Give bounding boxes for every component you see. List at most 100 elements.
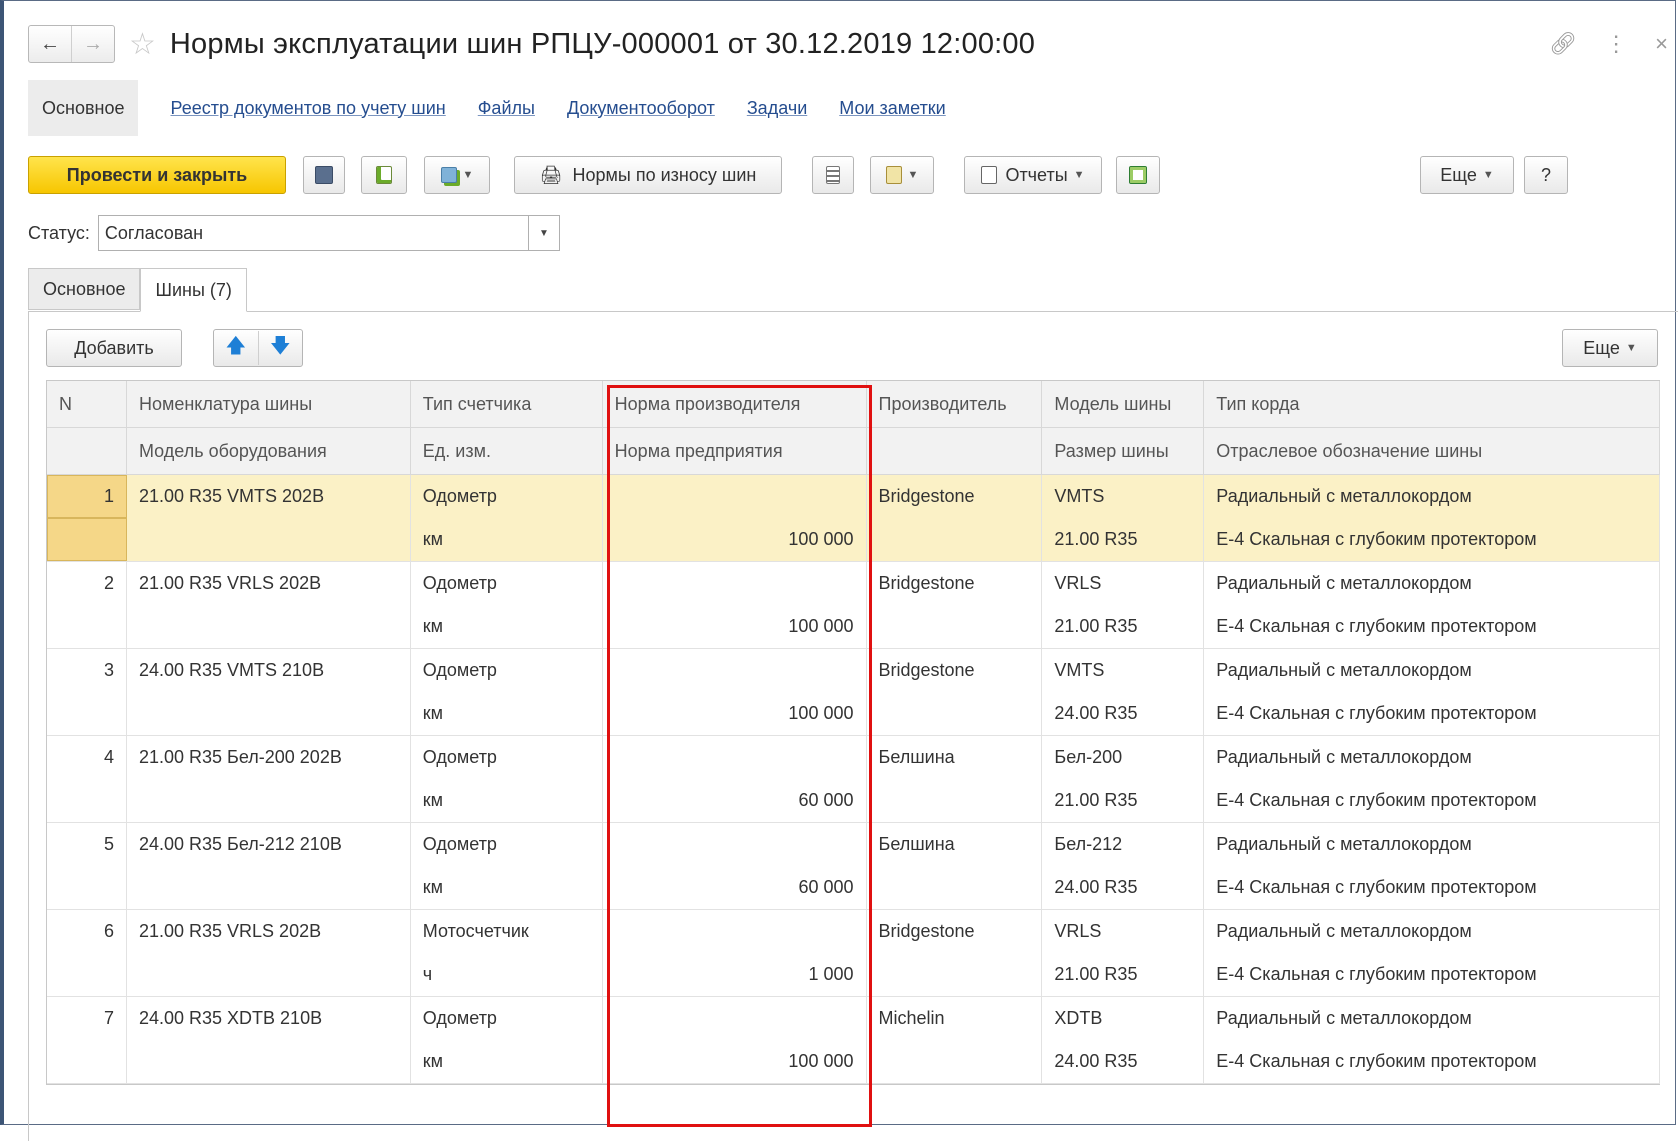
- tab-main[interactable]: Основное: [28, 268, 141, 310]
- row-cord-type[interactable]: Радиальный с металлокордом: [1204, 910, 1660, 953]
- row-nomenclature[interactable]: 24.00 R35 VMTS 210B: [127, 649, 411, 692]
- row-tire-model[interactable]: VRLS: [1042, 562, 1205, 605]
- row-number-sub[interactable]: [47, 518, 127, 561]
- row-designation[interactable]: E-4 Скальная с глубоким протектором: [1204, 518, 1660, 561]
- row-maker-norm[interactable]: [603, 649, 867, 692]
- row-maker[interactable]: Bridgestone: [867, 562, 1043, 605]
- row-tire-model[interactable]: Бел-212: [1042, 823, 1205, 866]
- row-company-norm[interactable]: 100 000: [603, 1040, 867, 1083]
- row-company-norm[interactable]: 1 000: [603, 953, 867, 996]
- row-maker-norm[interactable]: [603, 823, 867, 866]
- table-row[interactable]: 5 24.00 R35 Бел-212 210B Одометр Белшина Бел…: [47, 823, 1660, 910]
- row-tire-size[interactable]: 24.00 R35: [1042, 866, 1205, 909]
- post-button[interactable]: [361, 156, 407, 194]
- table-row[interactable]: 6 21.00 R35 VRLS 202B Мотосчетчик Bridgesto…: [47, 910, 1660, 997]
- row-nomenclature[interactable]: 21.00 R35 VRLS 202B: [127, 562, 411, 605]
- table-row[interactable]: 2 21.00 R35 VRLS 202B Одометр Bridgestone VR…: [47, 562, 1660, 649]
- col-header-tire-size[interactable]: Размер шины: [1042, 428, 1205, 474]
- row-nomenclature[interactable]: 21.00 R35 VMTS 202B: [127, 475, 411, 518]
- row-tire-size[interactable]: 21.00 R35: [1042, 779, 1205, 822]
- row-number-sub[interactable]: [47, 953, 127, 996]
- chevron-down-icon[interactable]: ▼: [527, 216, 559, 250]
- row-designation[interactable]: E-4 Скальная с глубоким протектором: [1204, 1040, 1660, 1083]
- save-button[interactable]: [303, 156, 345, 194]
- row-cord-type[interactable]: Радиальный с металлокордом: [1204, 736, 1660, 779]
- tab-tires[interactable]: Шины (7): [140, 268, 247, 312]
- row-maker-sub[interactable]: [867, 518, 1043, 561]
- row-number-sub[interactable]: [47, 1040, 127, 1083]
- col-header-cord-type[interactable]: Тип корда: [1204, 381, 1660, 427]
- close-icon[interactable]: ×: [1655, 31, 1668, 57]
- row-cord-type[interactable]: Радиальный с металлокордом: [1204, 823, 1660, 866]
- row-maker[interactable]: Белшина: [867, 823, 1043, 866]
- row-equipment-model[interactable]: [127, 518, 411, 561]
- row-equipment-model[interactable]: [127, 866, 411, 909]
- row-tire-model[interactable]: XDTB: [1042, 997, 1205, 1040]
- col-header-unit[interactable]: Ед. изм.: [410, 428, 603, 474]
- more-button[interactable]: Еще ▼: [1420, 156, 1514, 194]
- row-company-norm[interactable]: 100 000: [603, 605, 867, 648]
- col-header-designation[interactable]: Отраслевое обозначение шины: [1204, 428, 1660, 474]
- col-header-nomenclature[interactable]: Номенклатура шины: [126, 381, 411, 427]
- back-button[interactable]: ←: [29, 26, 71, 62]
- row-maker-norm[interactable]: [603, 736, 867, 779]
- create-based-on-button[interactable]: ▼: [424, 156, 490, 194]
- row-tire-size[interactable]: 21.00 R35: [1042, 605, 1205, 648]
- row-designation[interactable]: E-4 Скальная с глубоким протектором: [1204, 779, 1660, 822]
- row-nomenclature[interactable]: 24.00 R35 Бел-212 210B: [127, 823, 411, 866]
- row-designation[interactable]: E-4 Скальная с глубоким протектором: [1204, 692, 1660, 735]
- row-maker[interactable]: Bridgestone: [867, 910, 1043, 953]
- col-header-equipment-model[interactable]: Модель оборудования: [126, 428, 411, 474]
- star-icon[interactable]: ☆: [129, 27, 156, 62]
- col-header-company-norm[interactable]: Норма предприятия: [602, 428, 867, 474]
- row-tire-model[interactable]: VMTS: [1042, 649, 1205, 692]
- row-number[interactable]: 6: [47, 910, 127, 953]
- row-tire-model[interactable]: VMTS: [1042, 475, 1205, 518]
- row-tire-model[interactable]: Бел-200: [1042, 736, 1205, 779]
- help-button[interactable]: ?: [1524, 156, 1568, 194]
- row-number-sub[interactable]: [47, 605, 127, 648]
- row-counter-type[interactable]: Одометр: [411, 475, 603, 518]
- row-number[interactable]: 2: [47, 562, 127, 605]
- row-designation[interactable]: E-4 Скальная с глубоким протектором: [1204, 605, 1660, 648]
- row-maker[interactable]: Белшина: [867, 736, 1043, 779]
- row-tire-size[interactable]: 24.00 R35: [1042, 692, 1205, 735]
- col-header-maker-norm[interactable]: Норма производителя: [602, 381, 867, 427]
- row-number[interactable]: 5: [47, 823, 127, 866]
- row-nomenclature[interactable]: 21.00 R35 Бел-200 202B: [127, 736, 411, 779]
- row-counter-type[interactable]: Одометр: [411, 649, 603, 692]
- table-row[interactable]: 3 24.00 R35 VMTS 210B Одометр Bridgestone VM…: [47, 649, 1660, 736]
- table-row[interactable]: 4 21.00 R35 Бел-200 202B Одометр Белшина Бел…: [47, 736, 1660, 823]
- row-maker-sub[interactable]: [867, 605, 1043, 648]
- table-row[interactable]: 1 21.00 R35 VMTS 202B Одометр Bridgestone VM…: [47, 475, 1660, 562]
- status-value[interactable]: Согласован: [99, 223, 528, 244]
- reports-button[interactable]: Отчеты ▼: [964, 156, 1102, 194]
- status-select[interactable]: Согласован ▼: [97, 215, 560, 251]
- row-nomenclature[interactable]: 21.00 R35 VRLS 202B: [127, 910, 411, 953]
- row-number-sub[interactable]: [47, 779, 127, 822]
- row-maker-sub[interactable]: [867, 692, 1043, 735]
- row-company-norm[interactable]: 100 000: [603, 692, 867, 735]
- row-tire-size[interactable]: 21.00 R35: [1042, 518, 1205, 561]
- formnav-link-notes[interactable]: Мои заметки: [839, 98, 946, 119]
- row-maker[interactable]: Michelin: [867, 997, 1043, 1040]
- row-tire-model[interactable]: VRLS: [1042, 910, 1205, 953]
- row-number[interactable]: 4: [47, 736, 127, 779]
- more-vertical-icon[interactable]: ⋮: [1605, 31, 1627, 57]
- row-counter-type[interactable]: Одометр: [411, 562, 603, 605]
- row-number[interactable]: 3: [47, 649, 127, 692]
- document-journal-button[interactable]: [812, 156, 854, 194]
- row-number[interactable]: 1: [47, 475, 127, 518]
- related-documents-button[interactable]: ▼: [870, 156, 934, 194]
- forward-button[interactable]: →: [71, 26, 114, 62]
- row-company-norm[interactable]: 100 000: [603, 518, 867, 561]
- row-equipment-model[interactable]: [127, 692, 411, 735]
- row-equipment-model[interactable]: [127, 605, 411, 648]
- row-cord-type[interactable]: Радиальный с металлокордом: [1204, 562, 1660, 605]
- row-unit[interactable]: км: [411, 605, 603, 648]
- row-maker-sub[interactable]: [867, 779, 1043, 822]
- row-equipment-model[interactable]: [127, 1040, 411, 1083]
- row-cord-type[interactable]: Радиальный с металлокордом: [1204, 997, 1660, 1040]
- row-unit[interactable]: км: [411, 779, 603, 822]
- row-tire-size[interactable]: 21.00 R35: [1042, 953, 1205, 996]
